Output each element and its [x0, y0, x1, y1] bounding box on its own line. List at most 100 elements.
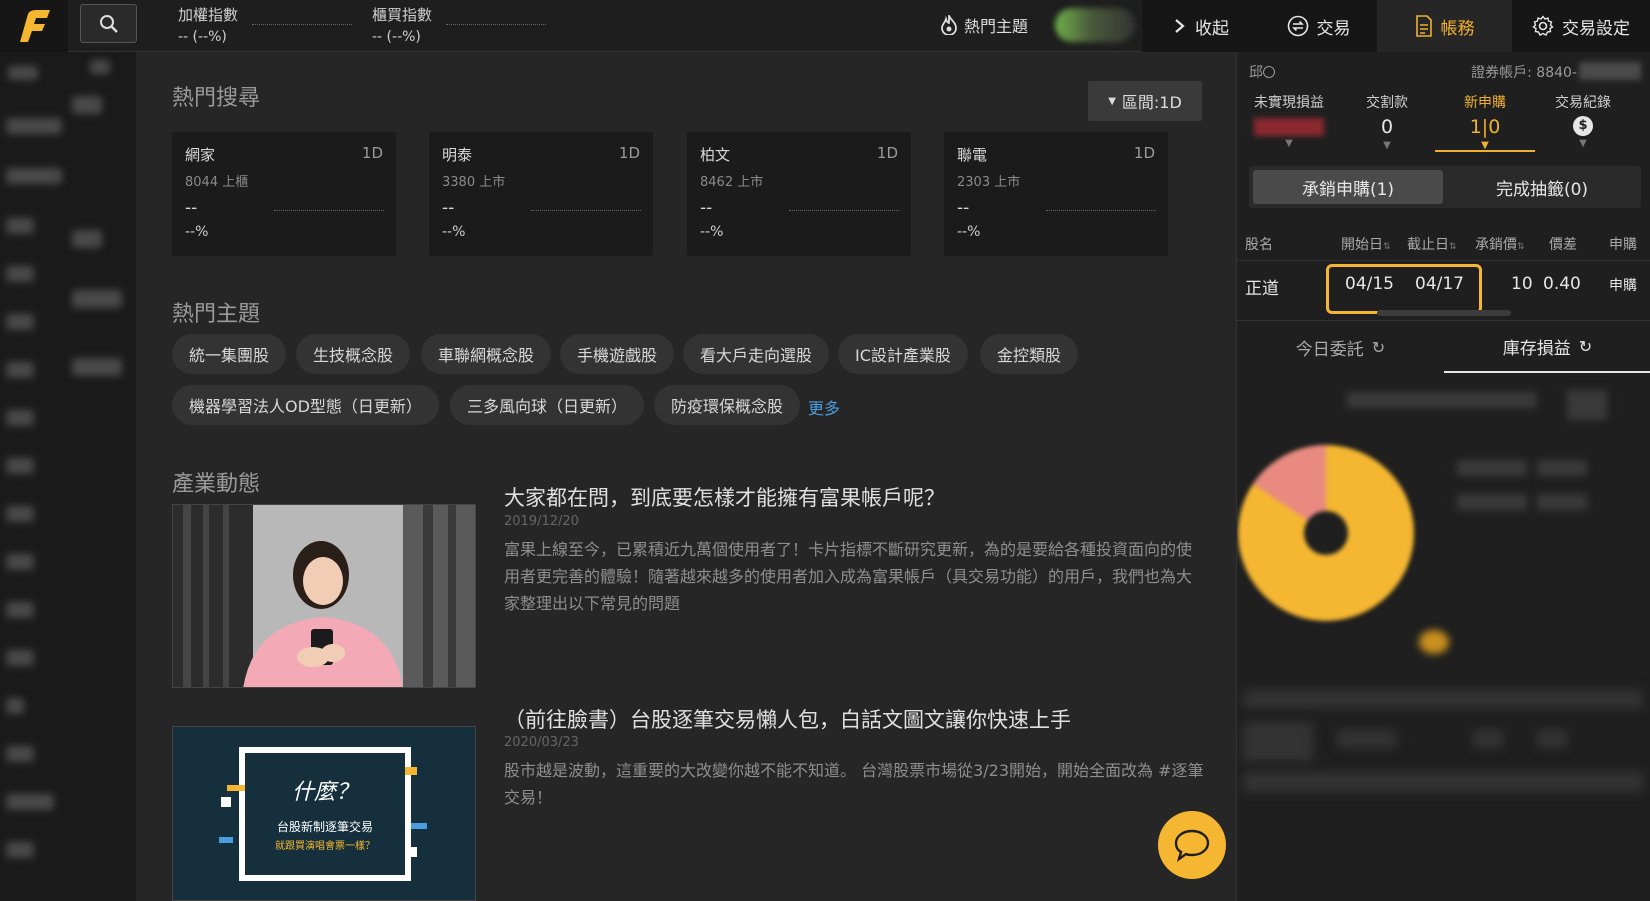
stat-value: 1|0: [1469, 116, 1501, 138]
ipo-spread: 0.40: [1543, 274, 1581, 294]
more-themes-link[interactable]: 更多: [808, 395, 840, 419]
inventory-label: 庫存損益: [1502, 338, 1571, 359]
collapse-button[interactable]: 收起: [1142, 0, 1260, 52]
stock-change: --%: [957, 224, 981, 240]
refresh-icon[interactable]: ↻: [1372, 338, 1385, 357]
collapse-label: 收起: [1195, 18, 1229, 39]
stock-code: 8462 上市: [700, 175, 764, 190]
caret-down-icon: ▼: [1481, 140, 1489, 151]
article-date: 2020/03/23: [504, 735, 579, 750]
stock-name: 聯電: [957, 146, 988, 164]
stock-code: 3380 上市: [442, 175, 506, 190]
tab-today-orders[interactable]: 今日委託 ↻: [1237, 321, 1444, 373]
ipo-price: 10: [1511, 274, 1533, 294]
article-title[interactable]: （前往臉書）台股逐筆交易懶人包，白話文圖文讓你快速上手: [504, 704, 1071, 734]
stock-name: 柏文: [700, 146, 731, 164]
theme-chip[interactable]: IC設計產業股: [838, 334, 968, 374]
stock-price: --: [442, 198, 455, 218]
article-title[interactable]: 大家都在問，到底要怎樣才能擁有富果帳戶呢？: [504, 482, 945, 512]
subscribe-button[interactable]: 申購: [1609, 275, 1637, 295]
stat-value: 0: [1380, 116, 1394, 138]
col-stock-name[interactable]: 股名: [1245, 234, 1273, 254]
theme-chip[interactable]: 金控類股: [980, 334, 1079, 374]
col-start-date[interactable]: 開始日⇅: [1341, 234, 1391, 254]
hot-theme-button[interactable]: 熱門主題: [940, 13, 1028, 37]
article-summary: 富果上線至今，已累積近九萬個使用者了！卡片指標不斷研究更新，為的是要給各種投資面…: [504, 540, 1193, 613]
theme-chip[interactable]: 三多風向球（日更新）: [450, 385, 645, 425]
promo-text-what: 什麼？: [292, 780, 358, 805]
dollar-icon: $: [1573, 116, 1593, 136]
stock-price: --: [185, 198, 198, 218]
stock-sparkline: [789, 210, 899, 211]
theme-chip[interactable]: 看大戶走向選股: [683, 334, 830, 374]
account-number-label[interactable]: 證券帳戶: 8840-: [1471, 62, 1577, 82]
col-end-date[interactable]: 截止日⇅: [1407, 234, 1457, 254]
theme-chip[interactable]: 統一集團股: [172, 334, 287, 374]
taiex-label: 加權指數: [178, 6, 239, 24]
blurred-toggle[interactable]: [1055, 8, 1135, 42]
search-button[interactable]: [80, 4, 137, 43]
stock-code: 8044 上櫃: [185, 175, 249, 190]
stock-card[interactable]: 聯電 1D 2303 上市 -- --%: [944, 132, 1168, 256]
stock-sparkline: [274, 210, 384, 211]
taiex-index[interactable]: 加權指數 -- (--%): [178, 4, 238, 45]
theme-chip[interactable]: 手機遊戲股: [560, 334, 675, 374]
caret-down-icon: ▼: [1285, 138, 1293, 149]
stock-price: --: [700, 198, 713, 218]
article-thumbnail[interactable]: [172, 504, 476, 688]
woman-phone-image: [173, 505, 475, 687]
nav-trade-settings[interactable]: 交易設定: [1512, 0, 1650, 52]
main-content: 熱門搜尋 ▼ 區間:1D 網家 1D 8044 上櫃 -- --% 明泰 1D …: [136, 52, 1236, 901]
stock-card[interactable]: 柏文 1D 8462 上市 -- --%: [687, 132, 911, 256]
tab-lottery-done[interactable]: 完成抽籤(0): [1447, 170, 1637, 204]
stock-name: 網家: [185, 146, 216, 164]
stat-label: 新申購: [1464, 95, 1506, 111]
hot-theme-label: 熱門主題: [964, 17, 1029, 36]
refresh-icon[interactable]: ↻: [1579, 337, 1592, 356]
stat-label: 交割款: [1366, 95, 1408, 111]
account-panel: 邱 證券帳戶: 8840- 未實現損益 ▼ 交割款 0 ▼ 新申購 1|0 ▼ …: [1236, 52, 1650, 901]
fugle-logo[interactable]: [0, 0, 68, 52]
hot-search-title: 熱門搜尋: [172, 86, 261, 111]
stat-settlement[interactable]: 交割款 0 ▼: [1337, 92, 1437, 151]
stock-card[interactable]: 網家 1D 8044 上櫃 -- --%: [172, 132, 396, 256]
taiex-sparkline: [252, 24, 352, 25]
circle-icon: [1263, 66, 1275, 78]
settings-label: 交易設定: [1562, 18, 1630, 39]
stat-new-ipo[interactable]: 新申購 1|0 ▼: [1435, 92, 1535, 152]
caret-down-icon: ▼: [1383, 140, 1391, 151]
stock-change: --%: [700, 224, 724, 240]
ipo-sub-tabs: 承銷申購(1) 完成抽籤(0): [1249, 166, 1641, 208]
chat-bubble-icon: [1174, 829, 1210, 862]
theme-chip[interactable]: 車聯網概念股: [421, 334, 552, 374]
account-label: 帳務: [1440, 18, 1475, 39]
theme-chip[interactable]: 生技概念股: [296, 334, 411, 374]
theme-chip[interactable]: 機器學習法人OD型態（日更新）: [172, 385, 439, 425]
col-price[interactable]: 承銷價⇅: [1475, 234, 1525, 254]
watchlist-sidebar: [0, 52, 136, 901]
tab-inventory-pnl[interactable]: 庫存損益 ↻: [1444, 321, 1650, 373]
horizontal-scrollbar[interactable]: [1377, 310, 1511, 316]
nav-trade[interactable]: 交易: [1260, 0, 1377, 52]
bottom-tabs: 今日委託 ↻ 庫存損益 ↻: [1237, 320, 1650, 373]
search-icon: [99, 14, 118, 33]
stock-period: 1D: [1133, 144, 1155, 162]
ipo-stock-name: 正道: [1245, 279, 1279, 299]
stat-trade-records[interactable]: 交易紀錄 $ ▼: [1533, 92, 1633, 149]
stock-card[interactable]: 明泰 1D 3380 上市 -- --%: [429, 132, 653, 256]
range-dropdown[interactable]: ▼ 區間:1D: [1088, 81, 1202, 121]
table-header: 股名 開始日⇅ 截止日⇅ 承銷價⇅ 價差 申購: [1237, 224, 1650, 260]
branch-name: 邱: [1249, 65, 1263, 81]
otc-index[interactable]: 櫃買指數 -- (--%): [372, 4, 432, 45]
article-thumbnail[interactable]: 什麼？ 台股新制逐筆交易 就跟買演唱會票一樣？: [172, 726, 476, 901]
masked-account-number: [1579, 62, 1641, 80]
nav-account[interactable]: 帳務: [1377, 0, 1512, 52]
theme-chip[interactable]: 防疫環保概念股: [654, 385, 801, 425]
blurred-pie-chart: [1238, 445, 1414, 621]
col-spread[interactable]: 價差: [1549, 234, 1577, 254]
stock-price: --: [957, 198, 970, 218]
chat-button[interactable]: [1158, 811, 1226, 879]
tab-underwriting[interactable]: 承銷申購(1): [1253, 170, 1443, 204]
stat-unrealized-pnl[interactable]: 未實現損益 ▼: [1239, 92, 1339, 149]
stat-label: 交易紀錄: [1555, 95, 1611, 111]
